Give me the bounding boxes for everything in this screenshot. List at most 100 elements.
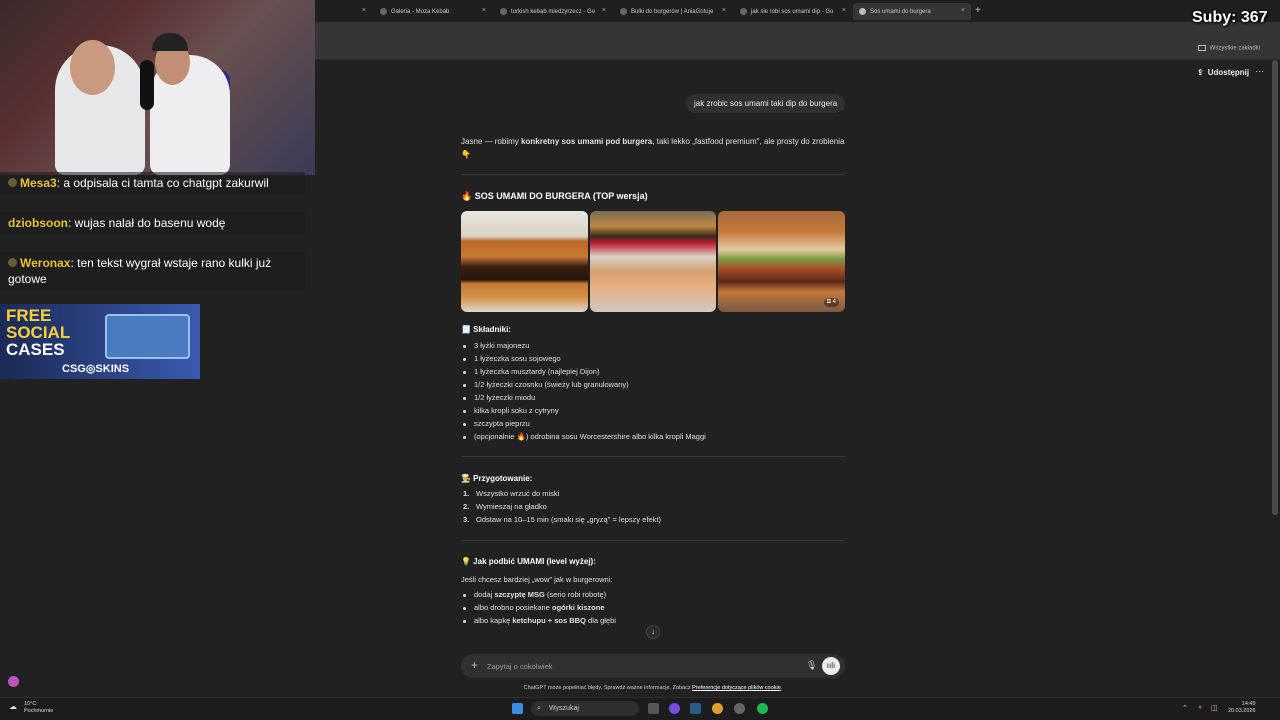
avatar[interactable] [8,676,19,687]
bullet [463,383,466,387]
chat-text: : a odpisala ci tamta co chatgpt zakurwi… [56,176,269,190]
tab-title: Sos umami do burgera [870,8,931,15]
microphone-icon[interactable]: 🎙 [806,660,817,671]
ad-brand: CSG◎SKINS [62,363,130,375]
obs-icon[interactable] [734,703,745,714]
assistant-intro: Jasne — robimy konkretny sos umami pod b… [461,135,845,161]
close-icon[interactable]: × [602,7,606,14]
waveform-icon: ıılı [826,661,836,670]
ingredient-item: kilka kropli soku z cytryny [463,406,559,415]
streamer-head [70,40,115,95]
weather-temp: 10°C [24,701,37,707]
ingredient-text: 1/2 łyżeczki czosnku (świeży lub granulo… [474,380,629,389]
prep-step: 2. Wymieszaj na gładko [463,502,547,511]
network-icon[interactable]: ◫ [1211,704,1218,712]
google-icon [740,8,747,15]
ingredient-item: 1 łyżeczka sosu sojowego [463,354,561,363]
sauce-image[interactable] [590,211,716,312]
ingredient-text: szczypta pieprzu [474,419,530,428]
ingredient-text: 1/2 łyżeczki miodu [474,393,536,402]
microphone [140,60,154,110]
folder-icon [1197,45,1206,51]
tab-title: Galeria - Moza Kebab [391,8,450,15]
tab-3[interactable]: Bulki do burgerów | AniaGotuje × [614,3,732,20]
clock[interactable]: 14:49 20.03.2026 [1228,701,1256,715]
app-icon[interactable] [669,703,680,714]
step-text: Wymieszaj na gładko [476,502,547,511]
close-icon[interactable]: × [842,7,846,14]
boost-bold: szczyptę MSG [494,590,545,599]
tab-5-active[interactable]: Sos umami do burgera × [853,3,971,20]
tab-1[interactable]: Galeria - Moza Kebab × [374,3,492,20]
ingredient-item: 1/2 łyżeczki czosnku (świeży lub granulo… [463,380,629,389]
windows-start-icon[interactable] [512,703,523,714]
tab-2[interactable]: turkish kebab miedzyrzecz - Go × [494,3,612,20]
step-number: 1. [463,489,470,498]
section-title: 🔥 SOS UMAMI DO BURGERA (TOP wersja) [461,191,648,201]
task-view-icon[interactable] [648,703,659,714]
prep-step: 1. Wszystko wrzuć do miski [463,489,559,498]
steam-icon[interactable] [690,703,701,714]
tab-title: jak sie robi sos umami dip - Go [751,8,834,15]
bullet [463,370,466,374]
chat-text: : wujas nalał do basenu wodę [68,216,226,230]
boost-post: dla głębi [585,616,616,625]
chat-username: dziobsoon [8,216,68,230]
ingredient-text: 1 łyżeczka sosu sojowego [474,354,561,363]
cloud-icon: ☁ [9,702,17,711]
mic-tray-icon[interactable]: ● [1198,704,1202,711]
favicon-icon [380,8,387,15]
close-icon[interactable]: × [961,7,965,14]
close-icon[interactable]: × [362,7,366,14]
bullet [463,409,466,413]
divider [461,540,845,541]
taskbar-search[interactable]: ⌕ Wyszukaj [531,701,639,716]
burger-image[interactable] [461,211,588,312]
intro-text: Jasne — robimy [461,137,522,146]
google-icon [500,8,507,15]
chrome-icon[interactable] [712,703,723,714]
spotify-icon[interactable] [757,703,768,714]
bullet [463,606,466,610]
chat-message: Weronax: ten tekst wygrał wstaje rano ku… [0,252,305,290]
ingredient-item: 1/2 łyżeczki miodu [463,393,535,402]
bullet [463,593,466,597]
bullet [463,396,466,400]
close-icon[interactable]: × [722,7,726,14]
burger-image-2[interactable]: ⧉ 4 [718,211,845,312]
tray-chevron-icon[interactable]: ⌃ [1182,704,1188,712]
cookie-preferences-link[interactable]: Preferencje dotyczące plików cookie [692,685,781,691]
subscriber-counter: Suby: 367 [1192,9,1268,26]
bullet [463,357,466,361]
ad-headline: FREE SOCIAL CASES [6,307,70,358]
close-icon[interactable]: × [482,7,486,14]
tab-4[interactable]: jak sie robi sos umami dip - Go × [734,3,852,20]
weather-widget[interactable]: ☁ 10°C Pochmurnie [9,701,53,715]
all-bookmarks[interactable]: Wszystkie zakładki [1197,45,1260,52]
ingredient-item: (opcjonalnie 🔥) odrobina sosu Worcesters… [463,432,706,441]
webcam-overlay [0,0,315,175]
chatgpt-icon [859,8,866,15]
page-scrollbar[interactable] [1272,60,1278,515]
composer-placeholder[interactable]: Zapytaj o cokolwiek [487,662,552,671]
boost-post: (serio robi robotę) [544,590,607,599]
bullet [463,619,466,623]
date: 20.03.2026 [1228,708,1256,714]
boost-item: dodaj szczyptę MSG (serio robi robotę) [463,590,606,599]
boost-title: 💡 Jak podbić UMAMI (level wyżej): [461,557,596,566]
boost-pre: albo drobno posiekane [474,603,552,612]
chat-username: Weronax [20,256,71,270]
new-tab-button[interactable]: + [975,5,981,16]
step-number: 2. [463,502,470,511]
share-button[interactable]: ⇪ Udostępnij [1197,68,1249,77]
more-options-icon[interactable]: ⋯ [1255,66,1264,77]
plus-icon[interactable]: + [471,658,478,672]
case-image [105,314,190,359]
ingredient-item: szczypta pieprzu [463,419,530,428]
disclaimer-text: ChatGPT może popełniać błędy. Sprawdź wa… [523,685,693,691]
composer[interactable]: + Zapytaj o cokolwiek 🎙 ıılı [461,654,845,678]
bullet [463,344,466,348]
step-text: Wszystko wrzuć do miski [476,489,560,498]
voice-mode-button[interactable]: ıılı [822,657,840,675]
scroll-down-button[interactable]: ↓ [646,625,660,639]
